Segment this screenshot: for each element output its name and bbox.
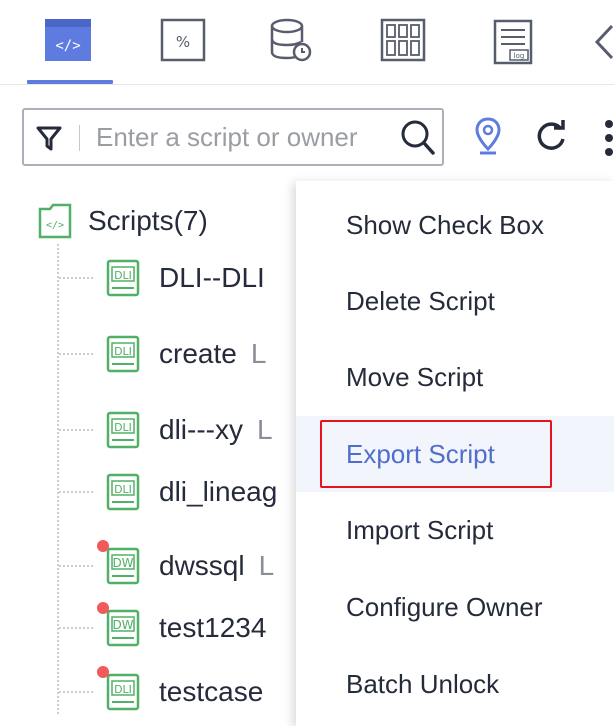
tree-item-script[interactable]: DW dwssql L <box>57 540 317 590</box>
toolbar-divider <box>0 84 614 85</box>
table-tab-icon[interactable] <box>380 18 426 62</box>
script-owner: L <box>258 550 275 581</box>
log-tab-icon[interactable]: log <box>492 18 534 66</box>
script-name: test1234 <box>159 612 267 643</box>
script-type-badge: DLI <box>114 483 132 496</box>
script-type-badge: DLI <box>114 683 132 696</box>
tree-item-script[interactable]: DW test1234 <box>57 602 317 652</box>
menu-item-show-check-box[interactable]: Show Check Box <box>296 187 614 263</box>
tree-root-label: Scripts(7) <box>88 205 208 236</box>
tree-guide-line <box>59 429 93 431</box>
menu-item-batch-unlock[interactable]: Batch Unlock <box>296 646 614 722</box>
tree-guide-line <box>59 691 93 693</box>
svg-text:log: log <box>514 52 525 60</box>
search-separator <box>79 125 80 151</box>
svg-text:</>: </> <box>46 220 64 231</box>
tree-guide-line <box>59 353 93 355</box>
menu-item-move-script[interactable]: Move Script <box>296 339 614 415</box>
script-type-badge: DW <box>112 618 133 632</box>
context-menu: Show Check Box Delete Script Move Script… <box>296 181 614 726</box>
script-type-badge: DW <box>112 556 133 570</box>
dws-script-icon: DW <box>97 602 143 648</box>
script-type-badge: DLI <box>114 345 132 358</box>
refresh-icon[interactable] <box>534 120 568 159</box>
dli-script-icon: DLI <box>103 334 143 374</box>
script-name: dli---xy <box>159 414 243 445</box>
tree-guide-line <box>59 627 93 629</box>
dli-script-icon: DLI <box>103 410 143 450</box>
tree-guide-line <box>59 491 93 493</box>
tree-item-script[interactable]: DLI create L <box>57 330 317 378</box>
script-owner: L <box>250 338 267 369</box>
chevron-left-icon[interactable] <box>594 24 614 60</box>
search-input[interactable] <box>96 120 388 154</box>
script-name: dwssql <box>159 550 245 581</box>
tree-guide-line <box>59 565 93 567</box>
database-tab-icon[interactable] <box>268 18 314 64</box>
dws-script-icon: DW <box>97 540 143 586</box>
code-tab-icon[interactable]: </> <box>44 18 92 62</box>
filter-icon[interactable] <box>34 123 64 158</box>
toolbar: </> % log <box>0 0 614 85</box>
function-tab-icon[interactable]: % <box>160 18 206 62</box>
location-icon[interactable] <box>474 116 502 161</box>
script-name: DLI--DLI <box>159 262 265 293</box>
tree-item-script[interactable]: DLI dli_lineag <box>57 468 317 516</box>
script-name: create <box>159 338 237 369</box>
menu-item-import-script[interactable]: Import Script <box>296 492 614 568</box>
modified-dot <box>97 540 109 552</box>
tree-guide-line <box>59 277 93 279</box>
script-name: dli_lineag <box>159 476 278 507</box>
tree-item-script[interactable]: DLI testcase <box>57 666 317 716</box>
menu-item-delete-script[interactable]: Delete Script <box>296 263 614 339</box>
modified-dot <box>97 666 109 678</box>
dli-script-icon: DLI <box>97 666 143 712</box>
script-type-badge: DLI <box>114 269 132 282</box>
tree-item-script[interactable]: DLI dli---xy L <box>57 406 317 454</box>
code-folder-icon: </> <box>38 203 72 239</box>
tree-item-script[interactable]: DLI DLI--DLI <box>57 254 317 302</box>
tree-root-scripts[interactable]: </> Scripts(7) <box>38 199 208 243</box>
script-type-badge: DLI <box>114 421 132 434</box>
script-name: testcase <box>159 676 264 707</box>
modified-dot <box>97 602 109 614</box>
dli-script-icon: DLI <box>103 258 143 298</box>
search-icon[interactable] <box>400 119 436 162</box>
svg-text:</>: </> <box>55 38 80 54</box>
menu-item-configure-owner[interactable]: Configure Owner <box>296 569 614 645</box>
search-box <box>22 108 444 166</box>
menu-item-export-script[interactable]: Export Script <box>296 416 614 492</box>
dli-script-icon: DLI <box>103 472 143 512</box>
script-owner: L <box>257 414 273 445</box>
svg-text:%: % <box>176 33 190 51</box>
more-vertical-icon[interactable] <box>604 118 614 163</box>
